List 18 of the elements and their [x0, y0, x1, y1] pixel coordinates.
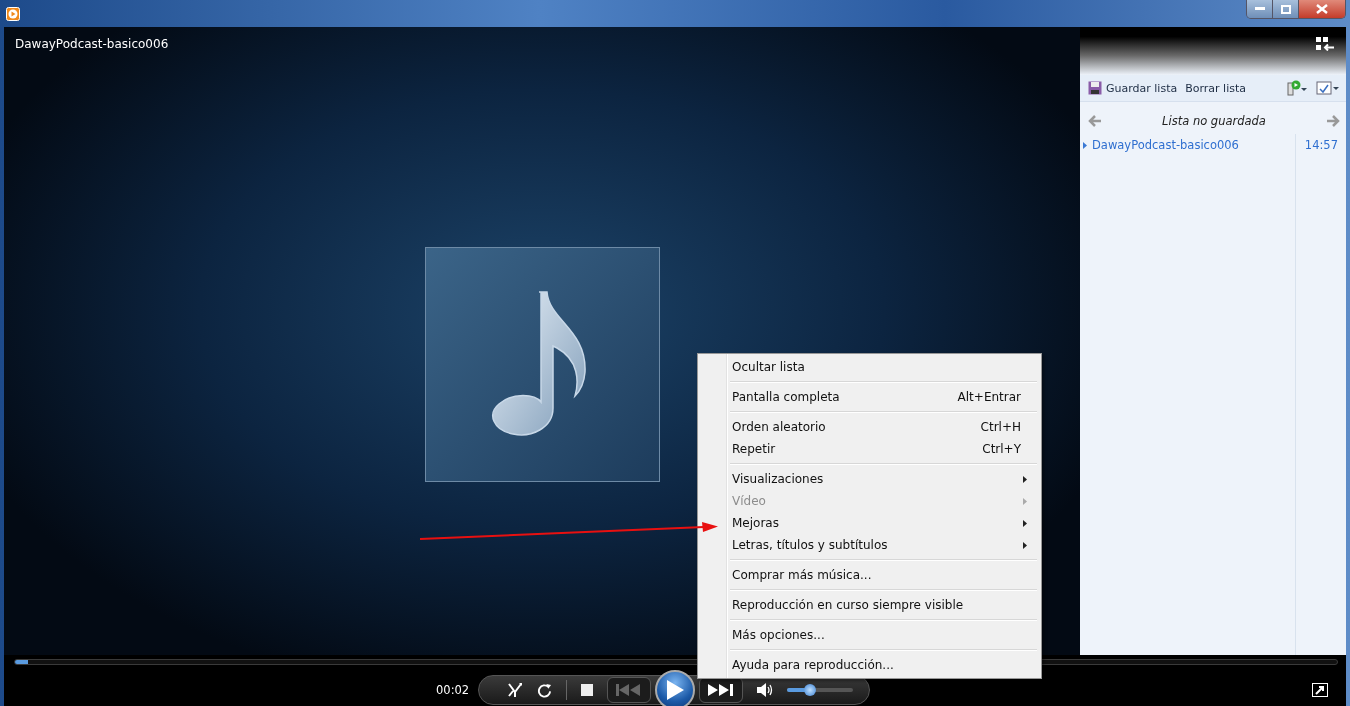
elapsed-time: 00:02	[436, 683, 471, 697]
menu-item[interactable]: Orden aleatorio Ctrl+H	[700, 416, 1039, 438]
menu-item[interactable]: Mejoras	[700, 512, 1039, 534]
track-duration: 14:57	[1304, 138, 1338, 152]
menu-item[interactable]: Más opciones...	[700, 624, 1039, 646]
menu-item[interactable]: Ocultar lista	[700, 356, 1039, 378]
track-title[interactable]: DawayPodcast-basico006	[1092, 138, 1239, 152]
menu-item[interactable]: Visualizaciones	[700, 468, 1039, 490]
clear-list-button[interactable]: Borrar lista	[1185, 79, 1246, 97]
menu-item[interactable]: Comprar más música...	[700, 564, 1039, 586]
save-list-button[interactable]: Guardar lista	[1088, 79, 1178, 97]
menu-item[interactable]: Ayuda para reproducción...	[700, 654, 1039, 676]
playlist-title: Lista no guardada	[1162, 114, 1266, 128]
menu-item[interactable]: Repetir Ctrl+Y	[700, 438, 1039, 460]
menu-item[interactable]: Pantalla completa Alt+Entrar	[700, 386, 1039, 408]
menu-item[interactable]: Reproducción en curso siempre visible	[700, 594, 1039, 616]
media-title: DawayPodcast-basico006	[14, 36, 169, 51]
menu-item[interactable]: Letras, títulos y subtítulos	[700, 534, 1039, 556]
